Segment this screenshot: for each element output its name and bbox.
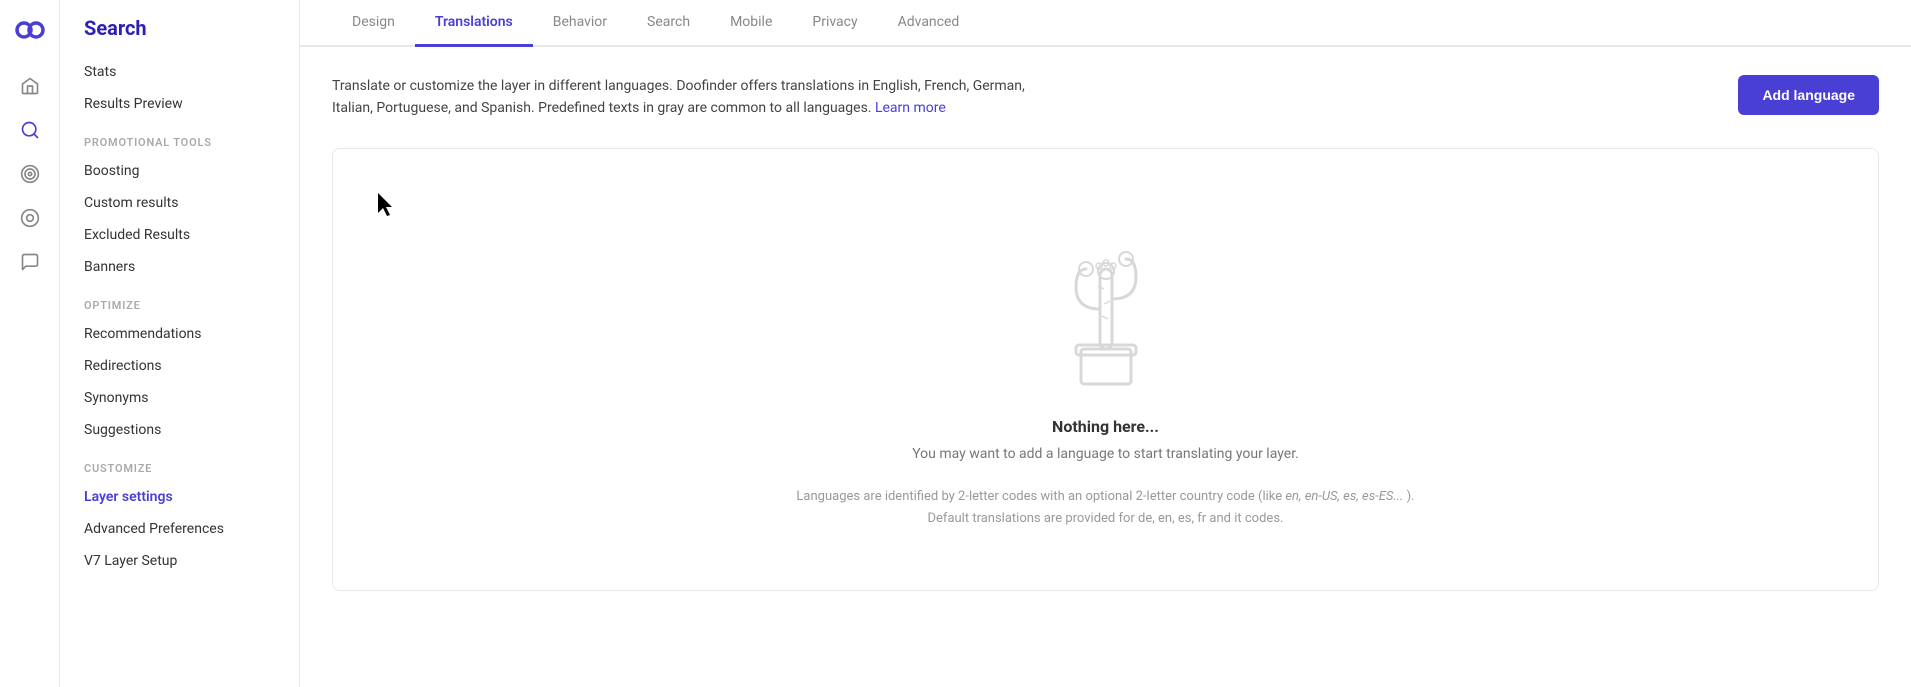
search-nav-icon[interactable]: [12, 112, 48, 148]
home-icon[interactable]: [12, 68, 48, 104]
empty-state-panel: Nothing here... You may want to add a la…: [332, 148, 1879, 591]
empty-state-title: Nothing here...: [1052, 417, 1159, 436]
sidebar-item-v7-layer-setup[interactable]: V7 Layer Setup: [60, 545, 299, 577]
add-language-button[interactable]: Add language: [1738, 75, 1879, 115]
sidebar-item-banners[interactable]: Banners: [60, 251, 299, 283]
sidebar-item-synonyms[interactable]: Synonyms: [60, 382, 299, 414]
sidebar-item-layer-settings[interactable]: Layer settings: [60, 481, 299, 513]
analytics-icon[interactable]: [12, 200, 48, 236]
learn-more-link[interactable]: Learn more: [875, 100, 946, 116]
sidebar-item-results-preview[interactable]: Results Preview: [60, 88, 299, 120]
empty-state-note: Languages are identified by 2-letter cod…: [796, 486, 1414, 530]
sidebar-item-excluded-results[interactable]: Excluded Results: [60, 219, 299, 251]
text-sidebar: Search Stats Results Preview PROMOTIONAL…: [60, 0, 300, 687]
description-row: Translate or customize the layer in diff…: [332, 75, 1879, 120]
empty-state-note-line3: Default translations are provided for de…: [928, 511, 1284, 526]
tab-behavior[interactable]: Behavior: [533, 0, 627, 47]
empty-state-note-codes: en, en-US, es, es-ES...: [1285, 489, 1403, 504]
app-logo[interactable]: [12, 12, 48, 48]
sidebar-item-stats[interactable]: Stats: [60, 56, 299, 88]
description-text: Translate or customize the layer in diff…: [332, 75, 1032, 120]
section-label-optimize: OPTIMIZE: [60, 283, 299, 318]
icon-sidebar: [0, 0, 60, 687]
tab-mobile[interactable]: Mobile: [710, 0, 792, 47]
tab-translations[interactable]: Translations: [415, 0, 533, 47]
sidebar-item-redirections[interactable]: Redirections: [60, 350, 299, 382]
tab-search[interactable]: Search: [627, 0, 710, 47]
tab-bar: Design Translations Behavior Search Mobi…: [300, 0, 1911, 47]
tab-advanced[interactable]: Advanced: [878, 0, 980, 47]
content-area: Translate or customize the layer in diff…: [300, 47, 1911, 687]
empty-state-note-line1: Languages are identified by 2-letter cod…: [796, 489, 1282, 504]
section-label-promotional: PROMOTIONAL TOOLS: [60, 120, 299, 155]
sidebar-item-advanced-preferences[interactable]: Advanced Preferences: [60, 513, 299, 545]
sidebar-item-recommendations[interactable]: Recommendations: [60, 318, 299, 350]
empty-state-subtitle: You may want to add a language to start …: [912, 446, 1299, 462]
target-icon[interactable]: [12, 156, 48, 192]
sidebar-item-suggestions[interactable]: Suggestions: [60, 414, 299, 446]
tab-design[interactable]: Design: [332, 0, 415, 47]
tab-privacy[interactable]: Privacy: [792, 0, 877, 47]
chat-icon[interactable]: [12, 244, 48, 280]
sidebar-title: Search: [60, 16, 299, 56]
sidebar-item-boosting[interactable]: Boosting: [60, 155, 299, 187]
cactus-illustration: [1026, 209, 1186, 389]
section-label-customize: CUSTOMIZE: [60, 446, 299, 481]
empty-state-note-line2: ).: [1407, 489, 1415, 504]
main-content: Design Translations Behavior Search Mobi…: [300, 0, 1911, 687]
sidebar-item-custom-results[interactable]: Custom results: [60, 187, 299, 219]
